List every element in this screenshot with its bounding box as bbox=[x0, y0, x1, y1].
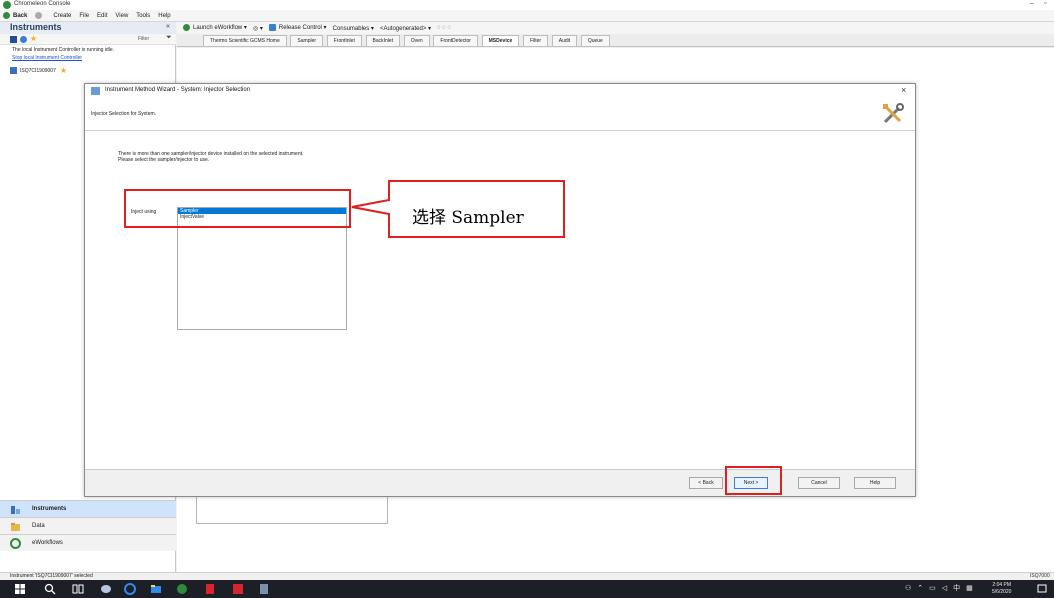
panel-toolbar: ★ Filter ⏷ bbox=[0, 34, 176, 45]
app-icon-window[interactable] bbox=[258, 583, 270, 595]
menu-bar: Back Create File Edit View Tools Help bbox=[0, 10, 1054, 22]
tab-oven[interactable]: Oven bbox=[403, 35, 430, 46]
filter-funnel-icon[interactable]: ⏷ bbox=[166, 34, 172, 42]
app-icon-red[interactable] bbox=[204, 583, 216, 595]
taskbar: ⚇ ⌃ ▭ ◁ 中 ▦ 2:04 PM 5/6/2020 bbox=[0, 580, 1054, 598]
instrument-view-icon[interactable] bbox=[10, 36, 17, 43]
tab-queue[interactable]: Queue bbox=[580, 35, 610, 46]
keyboard-icon[interactable]: ▦ bbox=[966, 584, 973, 592]
start-icon[interactable]: ◎ ▾ bbox=[253, 25, 263, 32]
system-tray: ⚇ ⌃ ▭ ◁ 中 ▦ bbox=[905, 583, 979, 593]
tab-filter[interactable]: Filter bbox=[522, 35, 549, 46]
dialog-subtitle: Injector Selection for System. bbox=[91, 111, 157, 117]
dialog-header: Injector Selection for System. bbox=[85, 98, 915, 131]
eworkflow-icon bbox=[10, 538, 21, 549]
windows-start-icon[interactable] bbox=[14, 583, 26, 595]
nav-data[interactable]: Data bbox=[0, 517, 176, 534]
file-explorer-icon[interactable] bbox=[150, 583, 162, 595]
tab-sampler[interactable]: Sampler bbox=[290, 35, 324, 46]
tab-backinlet[interactable]: BackInlet bbox=[365, 35, 401, 46]
instruments-icon bbox=[11, 506, 20, 514]
instrument-favorite-icon: ★ bbox=[59, 66, 68, 75]
tools-icon bbox=[883, 103, 904, 124]
autogenerated-button[interactable]: <Autogenerated> ▾ bbox=[380, 25, 431, 32]
menu-file[interactable]: File bbox=[79, 13, 89, 19]
back-icon bbox=[3, 11, 10, 19]
clock-time: 2:04 PM bbox=[992, 582, 1012, 588]
release-icon bbox=[268, 24, 276, 32]
forward-icon[interactable] bbox=[35, 11, 45, 19]
back-button[interactable]: < Back bbox=[689, 477, 723, 489]
wizard-dialog: Instrument Method Wizard - System: Injec… bbox=[84, 83, 916, 497]
network-icon[interactable]: ▭ bbox=[929, 584, 936, 592]
tab-gcms-home[interactable]: Thermo Scientific GCMS Home bbox=[203, 35, 287, 46]
nav-instruments[interactable]: Instruments bbox=[0, 500, 176, 517]
annotation-next-highlight bbox=[725, 466, 782, 495]
clock-date: 5/6/2020 bbox=[992, 589, 1012, 595]
window-title: Chromeleon Console bbox=[14, 1, 71, 7]
help-button[interactable]: Help bbox=[854, 477, 896, 489]
menu-view[interactable]: View bbox=[115, 13, 128, 19]
ime-indicator[interactable]: 中 bbox=[953, 583, 960, 593]
instrument-item[interactable]: ISQ7CI1909007 ★ bbox=[10, 66, 67, 75]
cancel-button[interactable]: Cancel bbox=[798, 477, 840, 489]
close-icon[interactable]: × bbox=[901, 85, 906, 95]
favorite-star-icon[interactable]: ★ bbox=[30, 34, 37, 43]
dialog-title-bar: Instrument Method Wizard - System: Injec… bbox=[85, 84, 915, 98]
dialog-title: Instrument Method Wizard - System: Injec… bbox=[105, 87, 251, 93]
app-icon-paint[interactable] bbox=[100, 583, 112, 595]
tab-frontinlet[interactable]: FrontInlet bbox=[326, 35, 362, 46]
menu-edit[interactable]: Edit bbox=[97, 13, 107, 19]
edge-browser-icon[interactable] bbox=[124, 583, 136, 595]
controller-status-text: The local Instrument Controller is runni… bbox=[12, 47, 114, 53]
data-folder-icon bbox=[11, 523, 20, 531]
nav-data-label: Data bbox=[32, 523, 45, 529]
annotation-highlight-box bbox=[124, 189, 351, 228]
consumables-button[interactable]: Consumables ▾ bbox=[333, 25, 374, 32]
instrument-icon bbox=[10, 67, 17, 74]
task-view-icon[interactable] bbox=[72, 583, 84, 595]
menu-tools[interactable]: Tools bbox=[136, 13, 150, 19]
panel-header: Instruments « bbox=[0, 22, 176, 34]
app-icon-chromeleon[interactable] bbox=[176, 583, 188, 595]
title-bar: Chromeleon Console – ▫ bbox=[0, 0, 1054, 10]
refresh-icon[interactable] bbox=[20, 36, 27, 43]
menu-help[interactable]: Help bbox=[158, 13, 170, 19]
toolbar-extra-icons[interactable]: ◌ ◌ ◌ bbox=[437, 25, 451, 31]
menu-create[interactable]: Create bbox=[53, 13, 71, 19]
instrument-name: ISQ7CI1909007 bbox=[20, 67, 56, 74]
nav-eworkflows[interactable]: eWorkflows bbox=[0, 534, 176, 551]
back-button[interactable]: Back bbox=[3, 11, 27, 19]
search-icon[interactable] bbox=[44, 583, 56, 595]
tab-bar: Thermo Scientific GCMS Home Sampler Fron… bbox=[177, 34, 1054, 47]
status-text: Instrument 'ISQ7CI1909007' selected bbox=[10, 573, 93, 579]
maximize-button[interactable]: ▫ bbox=[1044, 0, 1046, 7]
stop-controller-link[interactable]: Stop local Instrument Controller bbox=[12, 55, 82, 61]
collapse-icon[interactable]: « bbox=[166, 23, 170, 30]
clock[interactable]: 2:04 PM 5/6/2020 bbox=[992, 582, 1011, 596]
app-logo-icon bbox=[3, 1, 11, 9]
status-bar: Instrument 'ISQ7CI1909007' selected ISQ7… bbox=[0, 572, 1054, 580]
people-icon[interactable]: ⚇ bbox=[905, 584, 911, 592]
info-text-line2: Please select the sampler/injector to us… bbox=[118, 157, 210, 163]
release-control-button[interactable]: Release Control ▾ bbox=[268, 24, 327, 32]
tab-msdevice[interactable]: MSDevice bbox=[481, 35, 520, 46]
annotation-text: 选择 Sampler bbox=[412, 208, 524, 228]
launch-icon bbox=[183, 24, 190, 32]
tab-frontdetector[interactable]: FrontDetector bbox=[433, 35, 478, 46]
nav-instruments-label: Instruments bbox=[32, 506, 67, 512]
notification-icon[interactable] bbox=[1036, 583, 1048, 595]
filter-label: Filter bbox=[138, 36, 150, 42]
tab-audit[interactable]: Audit bbox=[551, 35, 578, 46]
panel-title: Instruments bbox=[10, 22, 62, 32]
wizard-icon bbox=[91, 87, 100, 95]
status-right-text: ISQ7000 bbox=[1030, 573, 1050, 579]
pdf-reader-icon[interactable] bbox=[232, 583, 244, 595]
main-toolbar: Launch eWorkflow ▾ ◎ ▾ Release Control ▾… bbox=[177, 22, 1054, 34]
volume-icon[interactable]: ◁ bbox=[942, 584, 947, 592]
minimize-button[interactable]: – bbox=[1030, 0, 1034, 7]
nav-eworkflows-label: eWorkflows bbox=[32, 540, 63, 546]
tray-chevron-icon[interactable]: ⌃ bbox=[917, 584, 923, 592]
launch-eworkflow-button[interactable]: Launch eWorkflow ▾ bbox=[183, 24, 247, 32]
